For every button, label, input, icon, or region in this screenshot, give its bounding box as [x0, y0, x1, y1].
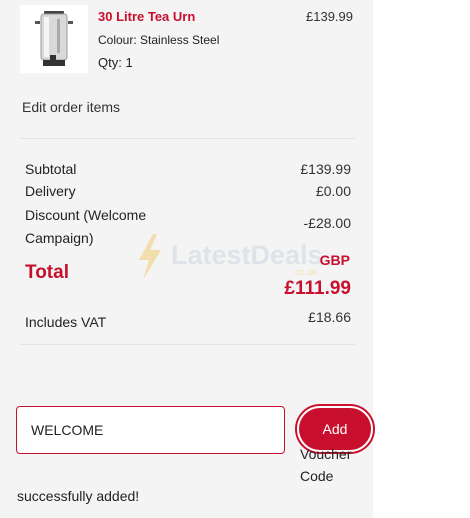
- delivery-value: £0.00: [315, 183, 351, 199]
- delivery-label: Delivery: [25, 183, 76, 199]
- total-currency: GBP: [319, 252, 350, 268]
- total-value: £111.99: [284, 278, 351, 299]
- voucher-message-code: Code: [300, 468, 334, 484]
- product-quantity: Qty: 1: [98, 55, 133, 70]
- product-thumbnail[interactable]: [20, 5, 88, 73]
- watermark-text: LatestDeals: [171, 240, 323, 270]
- tea-urn-icon: [35, 11, 73, 66]
- vat-label: Includes VAT: [25, 314, 107, 330]
- edit-order-items-link[interactable]: Edit order items: [22, 99, 120, 115]
- voucher-code-input[interactable]: [16, 406, 285, 454]
- voucher-success-message: successfully added!: [17, 488, 140, 504]
- watermark-subtext: co.uk: [295, 267, 317, 277]
- divider: [20, 138, 355, 139]
- subtotal-value: £139.99: [300, 161, 351, 177]
- divider: [20, 344, 355, 345]
- total-label: Total: [25, 262, 69, 283]
- product-name[interactable]: 30 Litre Tea Urn: [98, 9, 195, 24]
- discount-value: -£28.00: [303, 215, 351, 231]
- product-price: £139.99: [306, 9, 353, 24]
- voucher-message-voucher: Voucher: [300, 446, 352, 462]
- subtotal-label: Subtotal: [25, 161, 77, 177]
- product-colour: Colour: Stainless Steel: [98, 33, 220, 47]
- vat-value: £18.66: [308, 309, 351, 325]
- discount-label: Discount (Welcome Campaign): [25, 207, 147, 246]
